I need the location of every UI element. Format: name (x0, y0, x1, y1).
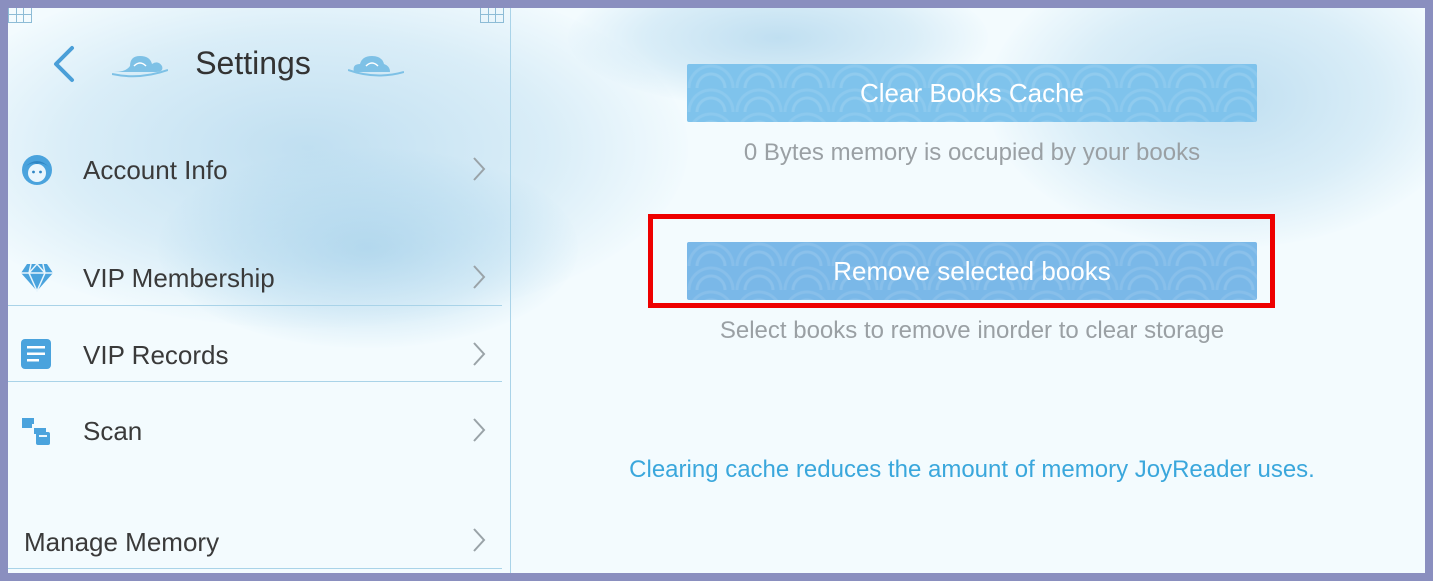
cloud-ornament-icon (112, 56, 168, 78)
sidebar-item-label: VIP Membership (83, 263, 275, 293)
corner-ornament-icon (480, 8, 504, 23)
sidebar-item-account-info[interactable]: Account Info (8, 143, 502, 203)
sidebar-item-label: Account Info (83, 155, 228, 185)
chevron-right-icon (473, 418, 486, 442)
settings-sidebar: Settings Account Info VIP Membership VIP… (8, 8, 511, 573)
divider (8, 305, 502, 306)
chevron-right-icon (473, 342, 486, 366)
scan-icon (22, 418, 50, 445)
sidebar-item-label: VIP Records (83, 340, 229, 370)
chevron-right-icon (473, 528, 486, 552)
diamond-icon (21, 262, 53, 292)
sidebar-item-scan[interactable]: Scan (8, 402, 502, 457)
sidebar-item-label: Scan (83, 416, 143, 446)
cloud-ornament-icon (348, 56, 404, 77)
remove-selected-books-button[interactable]: Remove selected books (687, 242, 1257, 300)
document-icon (21, 339, 51, 369)
sidebar-item-vip-membership[interactable]: VIP Membership (8, 250, 502, 305)
chevron-right-icon (473, 265, 486, 289)
sidebar-item-vip-records[interactable]: VIP Records (8, 326, 502, 381)
divider (8, 568, 502, 569)
corner-ornament-icon (8, 8, 32, 23)
divider (8, 381, 502, 382)
sidebar-item-manage-memory[interactable]: Manage Memory (8, 513, 502, 568)
sidebar-item-label: Manage Memory (24, 527, 220, 557)
cache-info-note: Clearing cache reduces the amount of mem… (629, 456, 1315, 483)
remove-books-caption: Select books to remove inorder to clear … (719, 317, 1225, 344)
app-window: Settings Account Info VIP Membership VIP… (8, 8, 1425, 573)
background-wash (988, 8, 1425, 248)
face-icon (22, 155, 52, 185)
clear-books-cache-button[interactable]: Clear Books Cache (687, 64, 1257, 122)
back-button[interactable] (48, 42, 80, 86)
chevron-right-icon (473, 157, 486, 181)
chevron-left-icon (54, 46, 74, 82)
cache-size-caption: 0 Bytes memory is occupied by your books (743, 139, 1201, 166)
page-title: Settings (195, 45, 311, 81)
